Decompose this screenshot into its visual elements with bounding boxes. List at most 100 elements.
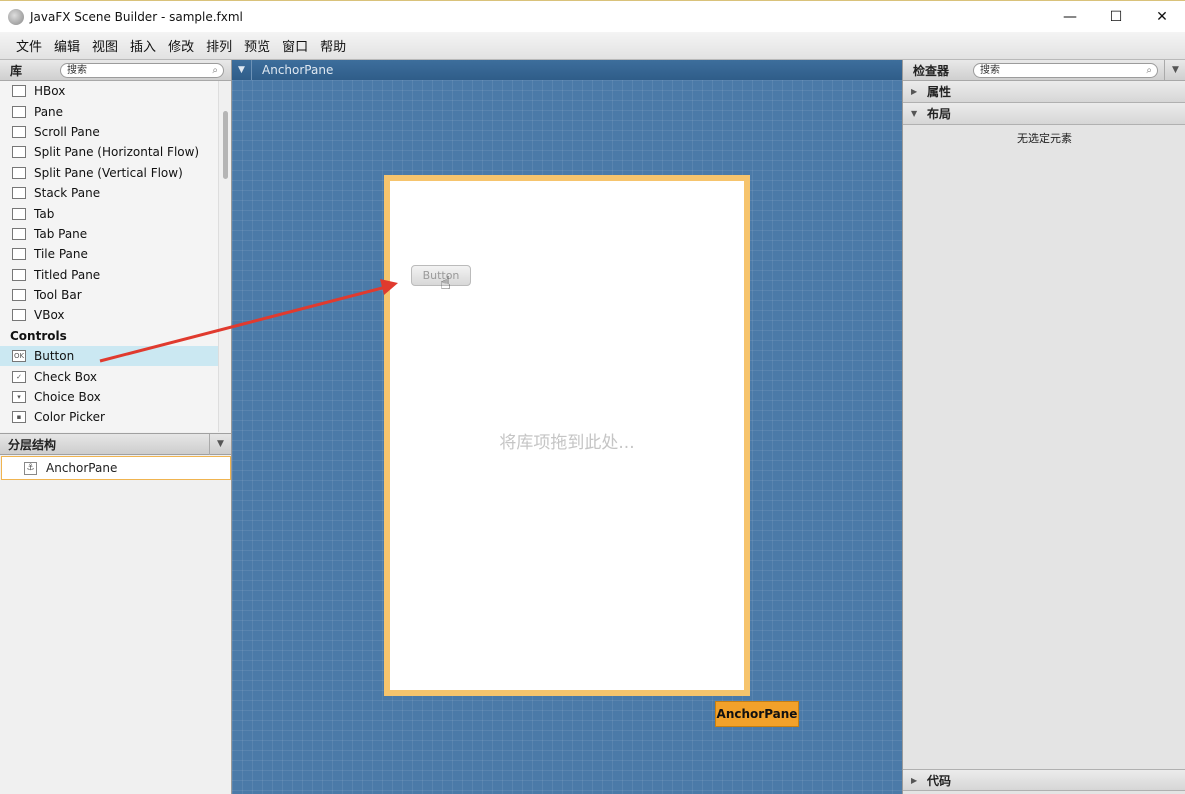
inspector-search-input[interactable]: 搜索 ⌕ <box>973 63 1158 78</box>
hierarchy-header: 分层结构 ▼ <box>0 433 231 455</box>
title-bar: JavaFX Scene Builder - sample.fxml — ☐ ✕ <box>0 0 1185 32</box>
tile-pane-icon <box>12 248 26 261</box>
library-item-color-picker[interactable]: ▪ Color Picker <box>0 407 218 427</box>
hierarchy-title: 分层结构 <box>8 437 57 452</box>
menu-bar: 文件 编辑 视图 插入 修改 排列 预览 窗口 帮助 <box>0 32 1185 60</box>
search-icon: ⌕ <box>212 65 218 76</box>
library-item-label: Pane <box>34 104 64 119</box>
library-item-tab[interactable]: Tab <box>0 203 218 223</box>
menu-view[interactable]: 视图 <box>86 36 124 55</box>
chevron-down-icon[interactable]: ▼ <box>232 60 252 80</box>
selection-tag[interactable]: AnchorPane <box>715 701 799 727</box>
library-header: 库 搜索 ⌕ <box>0 60 231 81</box>
drop-hint-text: 将库项拖到此处... <box>499 433 635 453</box>
menu-preview[interactable]: 预览 <box>238 36 276 55</box>
hbox-icon <box>12 85 26 98</box>
chevron-down-icon[interactable]: ▼ <box>1164 60 1185 80</box>
canvas-breadcrumb-bar: ▼ AnchorPane <box>232 60 902 80</box>
library-search-input[interactable]: 搜索 ⌕ <box>60 63 224 78</box>
inspector-panel: 检查器 搜索 ⌕ ▼ ▶ 属性 ▼ 布局 无选定元素 ▶ 代码 <box>902 60 1185 794</box>
library-section-controls[interactable]: Controls <box>0 326 218 346</box>
menu-window[interactable]: 窗口 <box>276 36 314 55</box>
library-item-label: Split Pane (Vertical Flow) <box>34 165 183 180</box>
library-item-label: Split Pane (Horizontal Flow) <box>34 145 200 160</box>
minimize-button[interactable]: — <box>1047 1 1093 33</box>
library-item-label: Color Picker <box>34 410 105 425</box>
breadcrumb[interactable]: AnchorPane <box>262 63 333 77</box>
section-label: 属性 <box>927 85 952 99</box>
library-item-label: Check Box <box>34 369 98 384</box>
button-icon: OK <box>12 350 26 363</box>
scroll-pane-icon <box>12 125 26 138</box>
library-item-tool-bar[interactable]: Tool Bar <box>0 285 218 305</box>
app-logo-icon <box>8 8 24 25</box>
library-item-label: Tile Pane <box>34 247 88 262</box>
library-item-split-pane-h[interactable]: Split Pane (Horizontal Flow) <box>0 142 218 162</box>
library-item-label: VBox <box>34 308 65 323</box>
inspector-search-placeholder: 搜索 <box>980 65 1000 76</box>
library-item-titled-pane[interactable]: Titled Pane <box>0 265 218 285</box>
color-picker-icon: ▪ <box>12 411 26 424</box>
close-button[interactable]: ✕ <box>1139 1 1185 33</box>
left-panel: 库 搜索 ⌕ HBox Pane Scroll Pane Split Pane … <box>0 60 232 794</box>
library-item-label: Scroll Pane <box>34 124 100 139</box>
window-controls: — ☐ ✕ <box>1047 1 1185 33</box>
library-item-button[interactable]: OK Button <box>0 346 218 367</box>
hierarchy-item-label: AnchorPane <box>46 461 118 475</box>
library-item-label: Button <box>34 349 75 364</box>
scrollbar-thumb[interactable] <box>223 111 228 179</box>
chevron-down-icon[interactable]: ▼ <box>209 434 231 455</box>
menu-help[interactable]: 帮助 <box>314 36 352 55</box>
stack-pane-icon <box>12 187 26 200</box>
section-label: 布局 <box>927 107 952 121</box>
library-item-label: Tab Pane <box>34 226 88 241</box>
inspector-header: 检查器 搜索 ⌕ ▼ <box>903 60 1185 81</box>
library-scrollbar[interactable] <box>218 81 231 432</box>
library-item-vbox[interactable]: VBox <box>0 305 218 325</box>
hand-cursor-icon: ☝ <box>440 273 451 294</box>
vbox-icon <box>12 309 26 322</box>
library-search-placeholder: 搜索 <box>67 65 87 76</box>
chevron-right-icon: ▶ <box>911 87 918 96</box>
library-item-label: Stack Pane <box>34 186 101 201</box>
library-list: HBox Pane Scroll Pane Split Pane (Horizo… <box>0 81 218 432</box>
hierarchy-item-anchorpane[interactable]: ⚓ AnchorPane <box>1 456 231 480</box>
maximize-button[interactable]: ☐ <box>1093 1 1139 33</box>
anchor-pane-design-surface[interactable]: 将库项拖到此处... Button ☝ <box>384 175 750 696</box>
tab-icon <box>12 207 26 220</box>
library-item-hbox[interactable]: HBox <box>0 81 218 101</box>
search-icon: ⌕ <box>1146 65 1152 76</box>
library-item-tile-pane[interactable]: Tile Pane <box>0 244 218 264</box>
titled-pane-icon <box>12 268 26 281</box>
tool-bar-icon <box>12 289 26 302</box>
library-item-choice-box[interactable]: ▾ Choice Box <box>0 387 218 407</box>
menu-insert[interactable]: 插入 <box>124 36 162 55</box>
inspector-section-code[interactable]: ▶ 代码 <box>903 769 1185 791</box>
library-item-scroll-pane[interactable]: Scroll Pane <box>0 122 218 142</box>
library-item-label: Tool Bar <box>34 288 82 303</box>
library-item-label: HBox <box>34 84 66 99</box>
menu-edit[interactable]: 编辑 <box>48 36 86 55</box>
section-label: 代码 <box>927 773 952 788</box>
library-item-label: Choice Box <box>34 390 101 405</box>
menu-modify[interactable]: 修改 <box>162 36 200 55</box>
tab-pane-icon <box>12 227 26 240</box>
menu-arrange[interactable]: 排列 <box>200 36 238 55</box>
library-item-label: Titled Pane <box>34 267 101 282</box>
window-title: JavaFX Scene Builder - sample.fxml <box>30 9 243 24</box>
library-item-stack-pane[interactable]: Stack Pane <box>0 183 218 203</box>
inspector-section-layout[interactable]: ▼ 布局 <box>903 103 1185 125</box>
library-item-split-pane-v[interactable]: Split Pane (Vertical Flow) <box>0 163 218 183</box>
content-canvas[interactable]: ▼ AnchorPane 将库项拖到此处... Button ☝ AnchorP… <box>232 60 902 794</box>
inspector-section-properties[interactable]: ▶ 属性 <box>903 81 1185 103</box>
library-item-pane[interactable]: Pane <box>0 101 218 121</box>
library-item-tab-pane[interactable]: Tab Pane <box>0 224 218 244</box>
split-pane-h-icon <box>12 146 26 159</box>
menu-file[interactable]: 文件 <box>10 36 48 55</box>
chevron-right-icon: ▶ <box>911 775 918 785</box>
pane-icon <box>12 105 26 118</box>
inspector-title: 检查器 <box>913 63 950 78</box>
chevron-down-icon: ▼ <box>911 109 918 118</box>
library-item-label: Tab <box>34 206 55 221</box>
library-item-check-box[interactable]: ✓ Check Box <box>0 366 218 386</box>
